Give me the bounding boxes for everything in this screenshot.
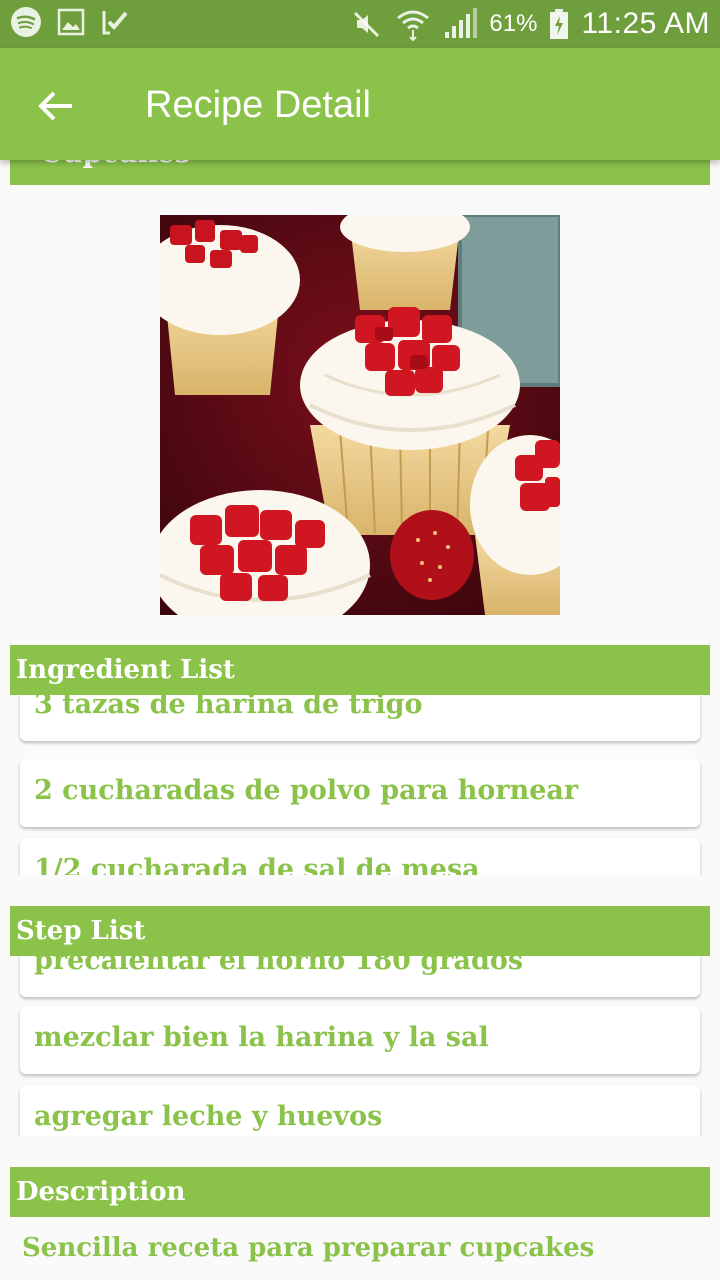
clock: 11:25 AM [581,7,710,40]
mute-icon [354,11,380,38]
ingredient-list-header: Ingredient List [10,645,710,695]
status-bar: 61% 11:25 AM [0,0,720,48]
ingredient-text: 2 cucharadas de polvo para hornear [34,775,579,806]
battery-percent: 61% [489,10,538,37]
signal-icon [445,8,478,38]
list-item[interactable]: 1/2 cucharada de sal de mesa [20,838,700,875]
spotify-icon [11,7,41,37]
battery-charging-icon [550,9,569,39]
ingredient-list-title: Ingredient List [16,655,235,685]
wifi-icon [397,10,430,42]
recipe-image [160,215,560,615]
step-list[interactable]: precalentar el horno 180 grados mezclar … [0,956,720,1136]
ingredient-text: 1/2 cucharada de sal de mesa [34,854,480,875]
back-button[interactable] [34,84,78,128]
step-text: mezclar bien la harina y la sal [34,1022,489,1053]
ingredient-list[interactable]: 3 tazas de harina de trigo 2 cucharadas … [0,695,720,875]
app-bar: Recipe Detail [0,48,720,160]
task-check-icon [102,11,128,35]
recipe-title: Cupcakes [40,160,190,169]
arrow-left-icon [38,91,72,121]
list-item[interactable]: agregar leche y huevos [20,1085,700,1136]
page-title: Recipe Detail [145,84,371,126]
recipe-title-strip: Cupcakes [10,160,710,185]
description-title: Description [16,1177,186,1207]
description-header: Description [10,1167,710,1217]
description-text: Sencilla receta para preparar cupcakes [22,1233,595,1263]
recipe-detail-scroll[interactable]: Cupcakes [0,160,720,1280]
step-text: precalentar el horno 180 grados [34,956,524,976]
ingredient-text: 3 tazas de harina de trigo [34,695,423,720]
step-list-header: Step List [10,906,710,956]
gallery-icon [57,8,85,36]
list-item[interactable]: 2 cucharadas de polvo para hornear [20,759,700,827]
list-item[interactable]: mezclar bien la harina y la sal [20,1006,700,1074]
list-item[interactable]: 3 tazas de harina de trigo [20,695,700,741]
step-text: agregar leche y huevos [34,1101,383,1132]
list-item[interactable]: precalentar el horno 180 grados [20,956,700,997]
step-list-title: Step List [16,916,146,946]
